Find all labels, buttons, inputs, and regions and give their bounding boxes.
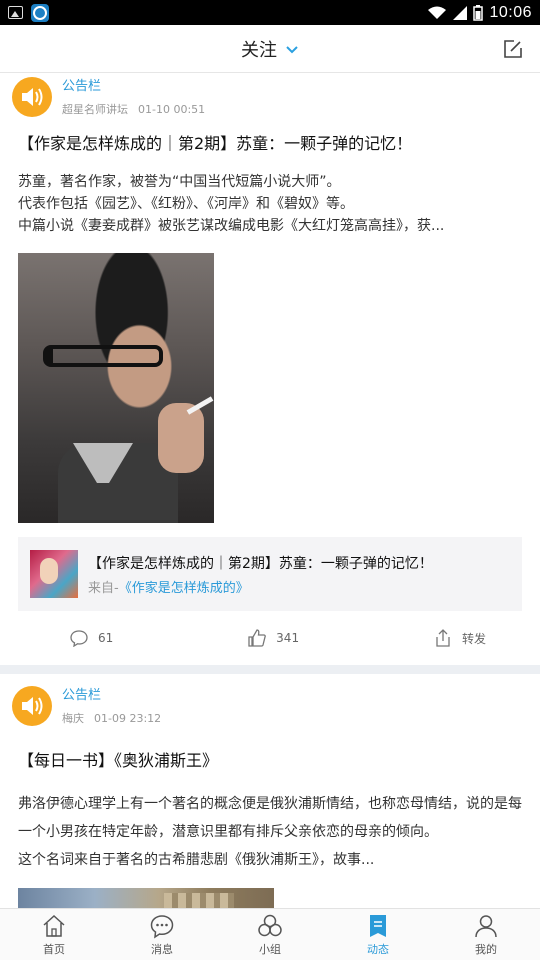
shared-link-card[interactable]: 【作家是怎样炼成的｜第2期】苏童：一颗子弹的记忆！ 来自-《作家是怎样炼成的》	[18, 537, 522, 611]
post-actions: 61 341 转发	[18, 611, 522, 665]
compose-icon[interactable]	[502, 38, 524, 60]
tab-groups-label: 小组	[259, 942, 281, 956]
tab-profile-label: 我的	[475, 942, 497, 956]
share-label: 转发	[461, 631, 486, 646]
share-button[interactable]: 转发	[434, 629, 486, 647]
post-header: 公告栏 超星名师讲坛 01-10 00:51	[12, 73, 522, 123]
post-sub-meta: 超星名师讲坛 01-10 00:51	[62, 101, 205, 117]
tab-groups[interactable]: 小组	[216, 909, 324, 960]
bottom-tab-bar: 首页 消息 小组 动态 我的	[0, 908, 540, 960]
feed-icon	[370, 914, 386, 937]
tab-feed-label: 动态	[367, 942, 389, 956]
tab-messages-label: 消息	[151, 942, 173, 956]
photo-hand	[158, 403, 204, 473]
group-icon	[258, 914, 282, 936]
shared-link-thumbnail	[30, 550, 78, 598]
profile-icon	[475, 914, 497, 937]
tab-profile[interactable]: 我的	[432, 909, 540, 960]
feed-post[interactable]: 公告栏 梅庆 01-09 23:12 【每日一书】《奥狄浦斯王》 弗洛伊德心理学上…	[0, 674, 540, 909]
status-right: 10:06	[427, 4, 532, 22]
post-body[interactable]: 苏童，著名作家，被誉为“中国当代短篇小说大师”。 代表作包括《园艺》、《红粉》、…	[18, 171, 522, 237]
shared-link-source: 来自-《作家是怎样炼成的》	[88, 577, 433, 596]
shared-link-text: 【作家是怎样炼成的｜第2期】苏童：一颗子弹的记忆！ 来自-《作家是怎样炼成的》	[88, 553, 433, 596]
chevron-down-icon	[286, 45, 298, 53]
tab-home-label: 首页	[43, 942, 65, 956]
post-body-line: 这个名词来自于著名的古希腊悲剧《俄狄浦斯王》，故事...	[18, 852, 375, 868]
message-icon	[150, 914, 174, 939]
speaker-icon	[22, 697, 43, 715]
comment-button[interactable]: 61	[70, 629, 113, 647]
post-header: 公告栏 梅庆 01-09 23:12	[12, 674, 522, 736]
app-notification-icon	[31, 3, 49, 22]
comment-icon	[70, 630, 88, 647]
share-icon	[436, 629, 450, 647]
post-body-line: 代表作包括《园艺》、《红粉》、《河岸》和《碧奴》等。	[18, 196, 354, 212]
post-meta: 公告栏 超星名师讲坛 01-10 00:51	[62, 77, 205, 117]
like-count: 341	[276, 631, 300, 645]
signal-icon	[453, 5, 468, 20]
wifi-icon	[428, 6, 447, 19]
post-body-line: 中篇小说《妻妾成群》被张艺谋改编成电影《大红灯笼高高挂》，获...	[18, 218, 445, 234]
source-prefix: 来自-	[88, 580, 119, 596]
feed-post[interactable]: 公告栏 超星名师讲坛 01-10 00:51 【作家是怎样炼成的｜第2期】苏童：一…	[0, 73, 540, 665]
clock: 10:06	[489, 3, 532, 21]
speaker-icon	[22, 88, 43, 106]
post-photo[interactable]	[18, 888, 274, 909]
feed-filter-dropdown[interactable]: 关注	[241, 36, 299, 62]
post-body-line: 弗洛伊德心理学上有一个著名的概念便是俄狄浦斯情结，也称恋母情结，说的是每一个小男…	[18, 796, 522, 840]
channel-avatar[interactable]	[12, 686, 52, 726]
header-title: 关注	[241, 39, 277, 61]
post-meta: 公告栏 梅庆 01-09 23:12	[62, 686, 161, 726]
tab-feed[interactable]: 动态	[324, 909, 432, 960]
shared-link-title: 【作家是怎样炼成的｜第2期】苏童：一颗子弹的记忆！	[88, 555, 433, 572]
post-body[interactable]: 弗洛伊德心理学上有一个著名的概念便是俄狄浦斯情结，也称恋母情结，说的是每一个小男…	[18, 790, 522, 874]
comment-count: 61	[98, 631, 114, 645]
post-photo[interactable]	[18, 253, 214, 523]
tab-home[interactable]: 首页	[0, 909, 108, 960]
channel-avatar[interactable]	[12, 77, 52, 117]
post-body-line: 苏童，著名作家，被誉为“中国当代短篇小说大师”。	[18, 174, 341, 190]
post-time: 01-09 23:12	[94, 712, 162, 725]
photo-glasses	[43, 345, 163, 367]
tab-messages[interactable]: 消息	[108, 909, 216, 960]
top-header: 关注	[0, 25, 540, 73]
source-link[interactable]: 《作家是怎样炼成的》	[119, 581, 249, 596]
home-icon	[43, 914, 65, 937]
thumbs-up-icon	[248, 629, 267, 647]
post-title[interactable]: 【作家是怎样炼成的｜第2期】苏童：一颗子弹的记忆！	[18, 133, 522, 155]
post-sub-meta: 梅庆 01-09 23:12	[62, 710, 161, 726]
post-time: 01-10 00:51	[138, 103, 206, 116]
author-name[interactable]: 梅庆	[62, 712, 84, 725]
status-left	[8, 3, 49, 22]
status-bar: 10:06	[0, 0, 540, 25]
channel-name[interactable]: 公告栏	[62, 687, 161, 704]
author-name[interactable]: 超星名师讲坛	[62, 103, 128, 116]
image-notification-icon	[8, 6, 23, 19]
battery-icon	[473, 4, 484, 21]
post-title[interactable]: 【每日一书】《奥狄浦斯王》	[18, 750, 522, 772]
like-button[interactable]: 341	[248, 629, 299, 647]
post-divider	[0, 665, 540, 674]
channel-name[interactable]: 公告栏	[62, 78, 205, 95]
feed-list[interactable]: 公告栏 超星名师讲坛 01-10 00:51 【作家是怎样炼成的｜第2期】苏童：一…	[0, 73, 540, 909]
